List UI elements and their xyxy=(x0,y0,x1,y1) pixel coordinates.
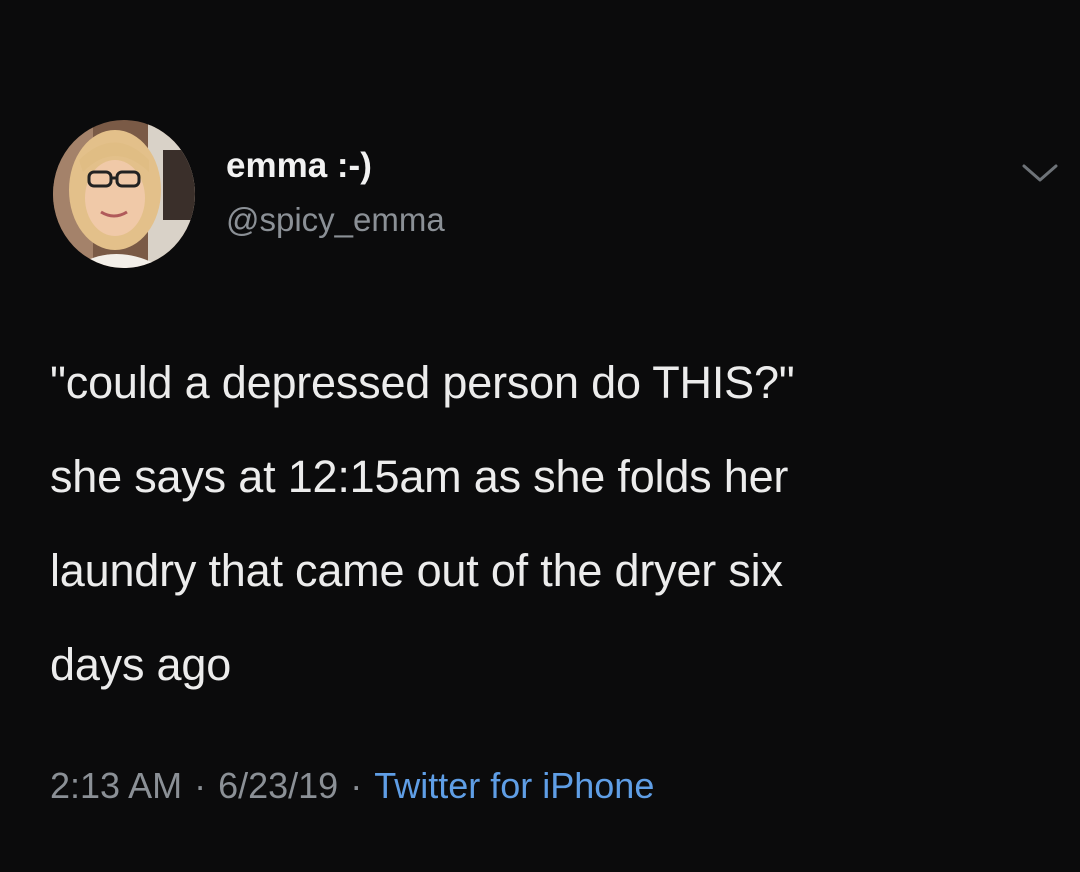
tweet-source-link[interactable]: Twitter for iPhone xyxy=(374,765,654,806)
handle[interactable]: @spicy_emma xyxy=(226,200,445,240)
tweet: emma :-) @spicy_emma "could a depressed … xyxy=(0,0,1080,872)
avatar[interactable] xyxy=(53,120,195,268)
tweet-text: "could a depressed person do THIS?" she … xyxy=(50,336,1050,712)
tweet-date[interactable]: 6/23/19 xyxy=(218,765,338,806)
display-name[interactable]: emma :-) xyxy=(226,146,445,186)
tweet-text-line: "could a depressed person do THIS?" xyxy=(50,357,795,408)
meta-separator: · xyxy=(350,765,363,806)
chevron-down-icon xyxy=(1022,164,1058,182)
meta-separator: · xyxy=(194,765,207,806)
avatar-photo-icon xyxy=(53,120,195,268)
tweet-text-line: laundry that came out of the dryer six xyxy=(50,545,783,596)
tweet-time[interactable]: 2:13 AM xyxy=(50,765,182,806)
tweet-metadata: 2:13 AM · 6/23/19 · Twitter for iPhone xyxy=(50,764,654,808)
tweet-menu-button[interactable] xyxy=(1018,158,1062,188)
tweet-text-line: she says at 12:15am as she folds her xyxy=(50,451,789,502)
tweet-text-line: days ago xyxy=(50,639,232,690)
author-block[interactable]: emma :-) @spicy_emma xyxy=(226,146,445,240)
